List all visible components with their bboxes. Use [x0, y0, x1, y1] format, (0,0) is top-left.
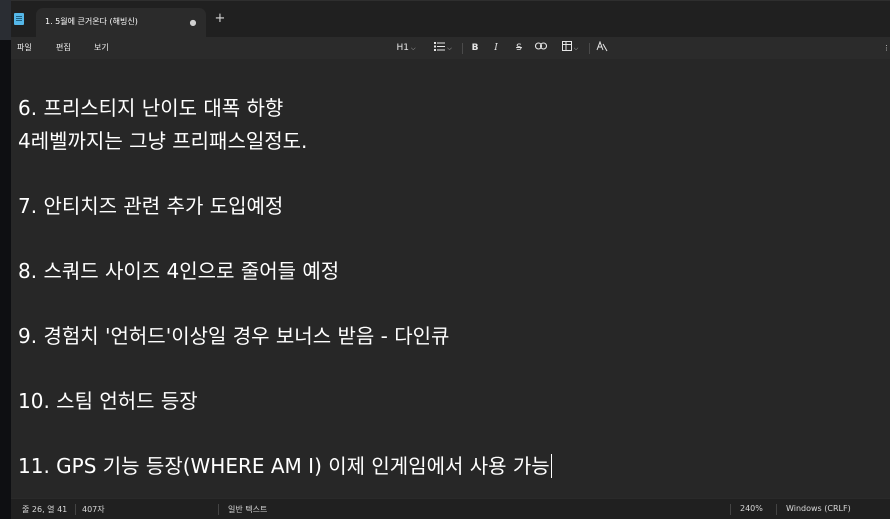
heading-dropdown[interactable]: H1 ⌵	[392, 41, 420, 55]
text-line: 8. 스쿼드 사이즈 4인으로 줄어들 예정	[18, 259, 340, 283]
menu-view[interactable]: 보기	[91, 40, 112, 55]
tab-document[interactable]: 1. 5월에 큰거온다 (해빙신) ●	[36, 8, 206, 37]
table-dropdown[interactable]: ⌵	[557, 41, 583, 55]
toolbar-divider	[462, 43, 463, 54]
italic-button[interactable]: I	[489, 41, 503, 55]
status-divider	[776, 504, 777, 515]
desktop-background	[0, 0, 11, 519]
menu-edit[interactable]: 편집	[53, 40, 74, 55]
text-line: 10. 스팀 언허드 등장	[18, 389, 198, 413]
chevron-down-icon: ⌵	[447, 45, 452, 52]
more-options-icon[interactable]: ⋮	[883, 41, 890, 55]
clear-formatting-icon	[596, 40, 608, 52]
notepad-app-icon	[14, 13, 24, 25]
bold-button[interactable]: B	[468, 41, 482, 55]
link-button[interactable]	[533, 41, 549, 55]
text-line: 4레벨까지는 그냥 프리패스일정도.	[18, 129, 308, 153]
list-dropdown[interactable]: ⌵	[430, 41, 456, 55]
chevron-down-icon: ⌵	[410, 45, 416, 52]
bulleted-list-icon	[434, 42, 446, 51]
link-icon	[534, 42, 548, 50]
menu-file[interactable]: 파일	[14, 40, 35, 55]
status-divider	[730, 504, 731, 515]
heading-label: H1	[396, 43, 409, 53]
notepad-window: 1. 5월에 큰거온다 (해빙신) ● + 파일 편집 보기 H1 ⌵ ⌵ B I…	[11, 0, 890, 519]
text-line: 7. 안티치즈 관련 추가 도입예정	[18, 194, 284, 218]
status-divider	[218, 504, 219, 515]
text-line-content: 11. GPS 기능 등장(WHERE AM I) 이제 인게임에서 사용 가능	[18, 454, 550, 478]
table-icon	[561, 41, 572, 51]
text-line: 9. 경험치 '언허드'이상일 경우 보너스 받음 - 다인큐	[18, 324, 450, 348]
desktop-glow	[0, 0, 11, 40]
status-bar: 줄 26, 열 41 407자 일반 텍스트 240% Windows (CRL…	[11, 498, 890, 519]
toolbar-divider	[589, 43, 590, 54]
text-caret	[550, 454, 552, 478]
menu-toolbar: 파일 편집 보기 H1 ⌵ ⌵ B I S ⌵ ⋮	[11, 37, 890, 59]
tab-bar: 1. 5월에 큰거온다 (해빙신) ● +	[11, 1, 890, 37]
character-count: 407자	[82, 505, 105, 514]
text-format[interactable]: 일반 텍스트	[228, 504, 267, 515]
text-editor[interactable]: 6. 프리스티지 난이도 대폭 하향 4레벨까지는 그냥 프리패스일정도. 7.…	[11, 59, 890, 498]
tab-title: 1. 5월에 큰거온다 (해빙신)	[45, 17, 138, 26]
zoom-level[interactable]: 240%	[740, 504, 763, 513]
strikethrough-button[interactable]: S	[512, 41, 526, 55]
cursor-position: 줄 26, 열 41	[22, 505, 68, 514]
text-line-last: 11. GPS 기능 등장(WHERE AM I) 이제 인게임에서 사용 가능	[18, 450, 552, 479]
chevron-down-icon: ⌵	[573, 45, 579, 52]
clear-formatting-button[interactable]	[594, 40, 610, 55]
line-ending[interactable]: Windows (CRLF)	[786, 504, 851, 513]
new-tab-button[interactable]: +	[213, 12, 227, 26]
text-line: 6. 프리스티지 난이도 대폭 하향	[18, 96, 284, 120]
unsaved-dot-icon[interactable]: ●	[187, 17, 199, 29]
status-divider	[75, 504, 76, 515]
